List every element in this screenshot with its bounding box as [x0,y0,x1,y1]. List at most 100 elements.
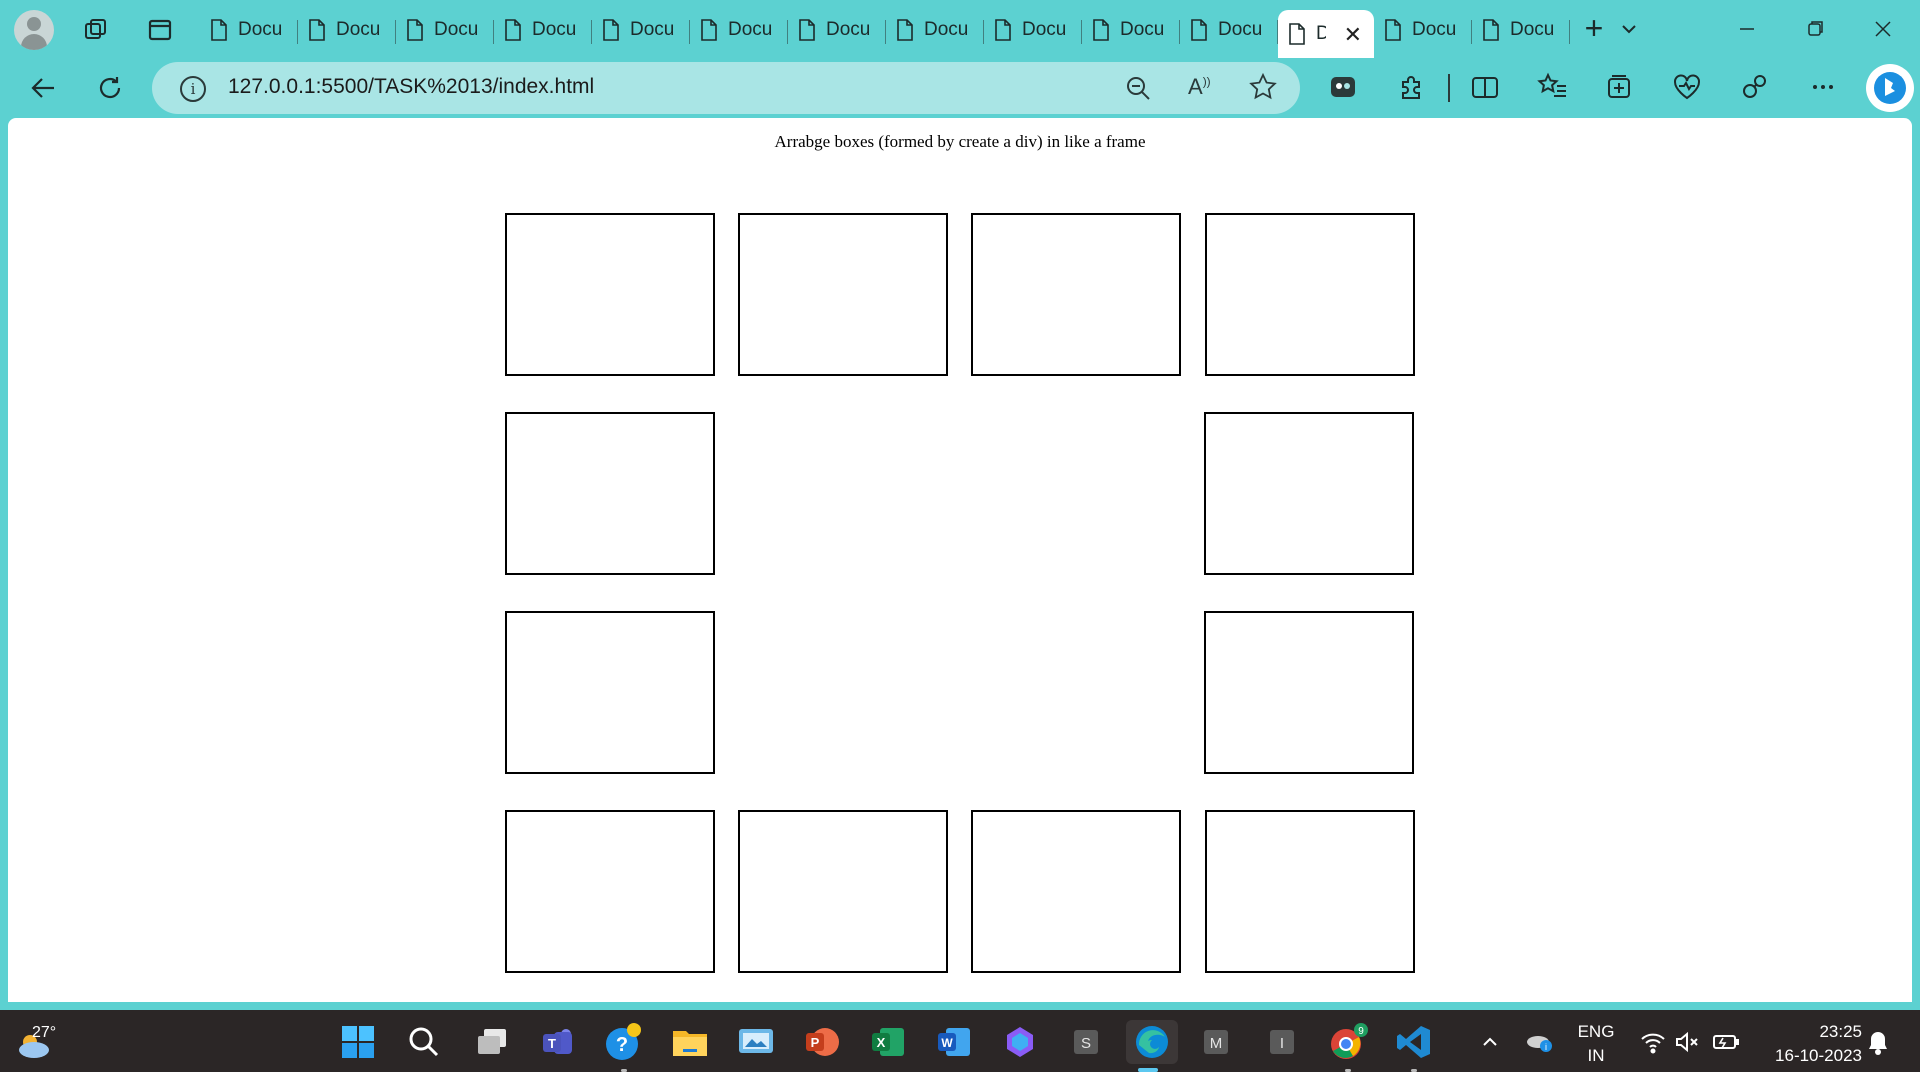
minimize-icon[interactable] [1730,12,1764,46]
copilot-extension-icon[interactable] [1326,70,1360,104]
notification-bell-icon[interactable] [1866,1030,1890,1056]
tab[interactable]: Docu [1082,10,1180,50]
close-window-icon[interactable] [1866,12,1900,46]
frame-box [1204,611,1414,774]
bing-icon [1874,72,1906,104]
copilot-icon[interactable] [998,1020,1042,1064]
frame-box [971,213,1181,376]
photos-icon[interactable] [734,1020,778,1064]
wifi-icon[interactable] [1640,1030,1666,1054]
battery-icon[interactable] [1712,1030,1740,1054]
powerpoint-icon[interactable]: P [800,1020,844,1064]
file-explorer-icon[interactable] [668,1020,712,1064]
chevron-down-icon[interactable] [1614,14,1644,44]
browser-essentials-icon[interactable] [1670,70,1704,104]
frame-box [1205,213,1415,376]
i-app-icon[interactable]: I [1260,1020,1304,1064]
zoom-out-icon[interactable] [1124,74,1152,102]
tab-active[interactable]: D ✕ [1278,10,1374,58]
onedrive-icon[interactable]: i [1524,1026,1554,1056]
search-icon[interactable] [402,1020,446,1064]
document-icon [603,19,619,41]
frame-box [505,611,715,774]
tab-label: Docu [1218,19,1262,40]
vscode-icon[interactable] [1392,1020,1436,1072]
tab[interactable]: Docu [396,10,494,50]
m-app-icon[interactable]: M [1194,1020,1238,1064]
tab-label: Docu [924,19,968,40]
page-heading: Arrabge boxes (formed by create a div) i… [774,132,1146,151]
frame-box [1204,412,1414,575]
tab[interactable]: Docu [1374,10,1472,50]
bing-copilot-button[interactable] [1866,64,1914,112]
frame-box [505,213,715,376]
new-tab-button[interactable]: + [1576,10,1612,46]
document-icon [1385,19,1401,41]
tips-icon[interactable]: ? [602,1020,646,1072]
svg-text:M: M [1210,1035,1223,1052]
restore-icon[interactable] [1798,12,1832,46]
svg-text:P: P [811,1035,820,1050]
chevron-up-icon[interactable] [1480,1032,1500,1052]
close-tab-icon[interactable]: ✕ [1344,22,1362,48]
tab-label: Docu [1412,19,1456,40]
tab-label: D [1316,23,1326,44]
tab-label: Docu [434,19,478,40]
tab[interactable]: Docu [886,10,984,50]
tab-strip: Docu Docu Docu Docu Docu Docu Docu Docu … [0,0,1920,58]
more-options-icon[interactable] [1806,70,1840,104]
document-icon [1483,19,1499,41]
tab[interactable]: Docu [1180,10,1278,50]
tab[interactable]: Docu [690,10,788,50]
svg-text:T: T [548,1036,556,1051]
read-aloud-icon[interactable]: A)) [1188,74,1211,100]
extensions-puzzle-icon[interactable] [1394,70,1428,104]
tab[interactable]: Docu [984,10,1082,50]
chrome-badge: 9 [1358,1026,1364,1037]
collections-icon[interactable] [1602,70,1636,104]
tab[interactable]: Docu [200,10,298,50]
svg-text:?: ? [616,1034,628,1056]
clock-time: 23:25 [1819,1022,1862,1041]
teams-icon[interactable]: T [536,1020,580,1064]
task-view-icon[interactable] [470,1020,514,1064]
profile-avatar[interactable] [14,10,54,50]
tab[interactable]: Docu [1472,10,1570,50]
tab[interactable]: Docu [592,10,690,50]
start-icon[interactable] [336,1020,380,1064]
edge-icon[interactable] [1126,1020,1178,1072]
document-icon [505,19,521,41]
read-aloud-label: A [1188,74,1203,99]
document-icon [407,19,423,41]
volume-muted-icon[interactable] [1674,1030,1700,1054]
tab[interactable]: Docu [494,10,592,50]
url-text[interactable]: 127.0.0.1:5500/TASK%2013/index.html [228,75,594,99]
back-arrow-icon[interactable] [24,68,64,108]
performance-icon[interactable] [1738,70,1772,104]
weather-temp: 27° [32,1024,57,1041]
tab-label: Docu [336,19,380,40]
word-icon[interactable]: W [932,1020,976,1064]
site-info-icon[interactable]: i [180,76,206,102]
tab-label: Docu [1120,19,1164,40]
svg-text:S: S [1081,1035,1091,1052]
favorite-star-icon[interactable] [1248,72,1278,102]
frame-box [738,810,948,973]
chrome-icon[interactable]: 9 [1326,1020,1370,1072]
excel-icon[interactable]: X [866,1020,910,1064]
reload-icon[interactable] [90,68,130,108]
tab-actions-icon[interactable] [138,8,182,52]
svg-text:I: I [1280,1035,1284,1052]
tab[interactable]: Docu [298,10,396,50]
language-indicator[interactable]: ENG IN [1572,1020,1620,1068]
tab[interactable]: Docu [788,10,886,50]
address-bar[interactable]: i 127.0.0.1:5500/TASK%2013/index.html A)… [152,62,1300,114]
workspaces-icon[interactable] [74,8,118,52]
document-icon [701,19,717,41]
document-icon [897,19,913,41]
split-screen-icon[interactable] [1468,70,1502,104]
favorites-icon[interactable] [1536,70,1570,104]
s-app-icon[interactable]: S [1064,1020,1108,1064]
clock[interactable]: 23:25 16-10-2023 [1752,1020,1862,1068]
tab-list: Docu Docu Docu Docu Docu Docu Docu Docu … [200,6,1570,58]
